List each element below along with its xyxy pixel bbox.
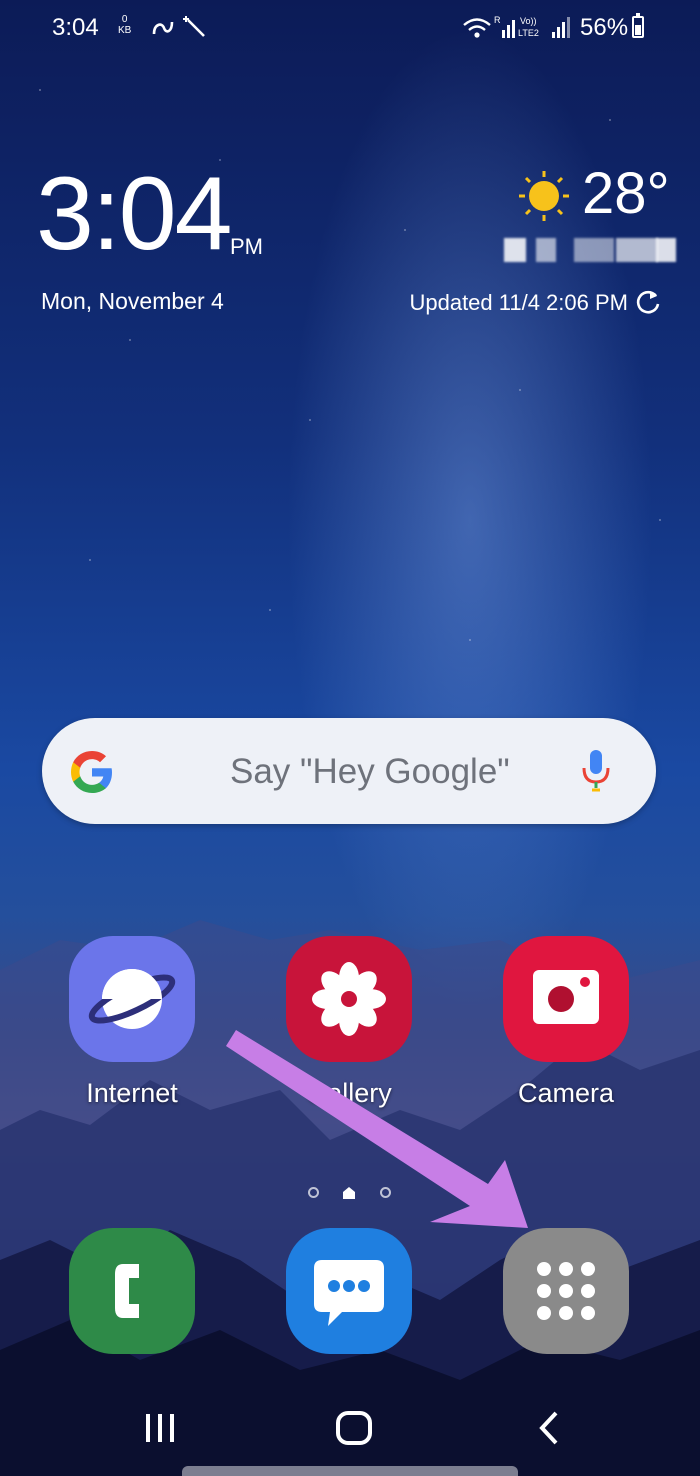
page-indicator [306,1186,396,1200]
refresh-icon[interactable] [634,288,662,316]
status-bar: 3:04 0 KB R Vo)) LTE2 56% [0,0,700,56]
magic-wand-icon [183,16,205,37]
gesture-handle [182,1466,518,1476]
search-placeholder: Say "Hey Google" [230,752,510,791]
sun-icon [519,171,569,221]
apps-grid-icon [503,1228,629,1354]
battery-percent: 56% [580,14,629,41]
recents-button[interactable] [100,1380,220,1476]
flower-icon [286,936,412,1062]
dock-phone[interactable] [57,1228,207,1354]
svg-text:LTE2: LTE2 [518,28,539,38]
signal-icon [552,17,570,38]
back-icon [539,1411,558,1445]
svg-text:Vo)): Vo)) [520,16,537,26]
wifi-icon [463,18,491,38]
home-page-icon[interactable] [342,1186,356,1200]
messages-icon [286,1228,412,1354]
data-rate-value: 0 [121,14,128,25]
google-search-bar[interactable]: Say "Hey Google" [42,718,656,824]
status-time: 3:04 [52,14,99,41]
app-label: Camera [517,1078,615,1108]
signal-roaming-icon: R [494,15,515,38]
phone-icon [69,1228,195,1354]
camera-icon [503,936,629,1062]
volte-icon: Vo)) LTE2 [518,16,539,38]
weather-updated-time: Updated 11/4 2:06 PM [409,290,628,315]
clock-ampm: PM [230,234,263,259]
page-dot[interactable] [380,1187,391,1198]
clock-date: Mon, November 4 [41,288,224,314]
planet-icon [69,936,195,1062]
back-button[interactable] [490,1380,610,1476]
app-internet[interactable]: Internet [57,936,207,1109]
app-camera[interactable]: Camera [491,936,641,1109]
location-redacted [484,238,676,262]
navigation-bar [0,1380,700,1476]
data-rate-unit: KB [118,25,132,36]
google-g-logo [71,751,112,793]
link-icon [152,21,174,35]
dock-messages[interactable] [274,1228,424,1354]
dock-apps-drawer[interactable] [491,1228,641,1354]
page-dot[interactable] [308,1187,319,1198]
app-gallery[interactable]: Gallery [274,936,424,1109]
clock-time: 3:04 [36,156,232,272]
home-icon [336,1411,372,1445]
mic-icon[interactable] [578,748,614,796]
app-label: Gallery [306,1078,392,1108]
app-label: Internet [86,1078,178,1108]
recents-icon [146,1414,174,1442]
home-button[interactable] [294,1380,414,1476]
weather-temperature: 28° [582,161,670,226]
data-rate-indicator: 0 KB [118,14,131,36]
svg-text:R: R [494,15,501,25]
battery-icon [632,13,644,38]
